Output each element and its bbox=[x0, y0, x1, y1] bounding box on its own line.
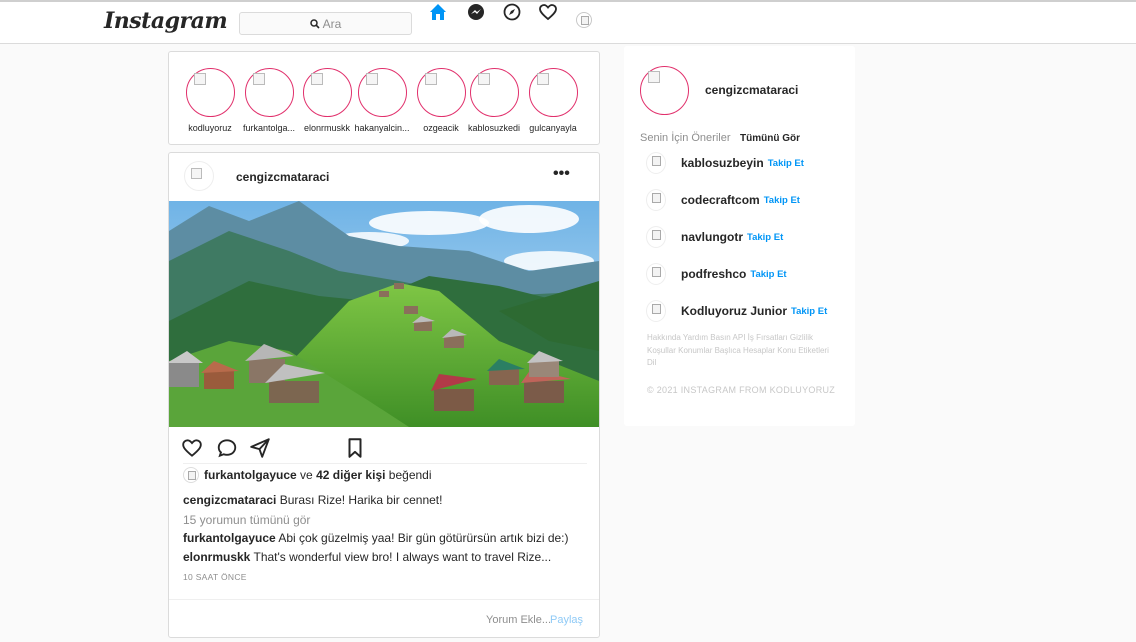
heart-activity-icon[interactable] bbox=[538, 2, 558, 22]
suggestion-item: codecraftcom Takip Et bbox=[646, 189, 800, 211]
comment-username[interactable]: elonrmuskk bbox=[183, 550, 250, 564]
follow-button[interactable]: Takip Et bbox=[764, 195, 800, 206]
see-all-suggestions-link[interactable]: Tümünü Gör bbox=[740, 133, 800, 144]
copyright-text: © 2021 INSTAGRAM FROM KODLUYORUZ bbox=[647, 385, 836, 395]
story-item[interactable]: kablosuzkedi bbox=[466, 68, 522, 133]
view-all-comments-link[interactable]: 15 yorumun tümünü gör bbox=[183, 513, 310, 527]
suggestion-username[interactable]: Kodluyoruz Junior bbox=[681, 304, 787, 318]
suggestion-username[interactable]: podfreshco bbox=[681, 267, 746, 281]
suggestion-item: kablosuzbeyin Takip Et bbox=[646, 152, 804, 174]
comment-item: elonrmuskk That's wonderful view bro! I … bbox=[183, 550, 551, 564]
story-username: gulcanyayla bbox=[529, 123, 577, 133]
story-username: hakanyalcin... bbox=[354, 123, 410, 133]
save-bookmark-icon[interactable] bbox=[344, 437, 366, 459]
post-header: cengizcmataraci ••• bbox=[169, 153, 599, 201]
post-caption: cengizcmataraci Burası Rize! Harika bir … bbox=[183, 493, 442, 507]
story-avatar bbox=[416, 68, 466, 117]
suggestion-item: Kodluyoruz Junior Takip Et bbox=[646, 300, 827, 322]
share-comment-button[interactable]: Paylaş bbox=[550, 614, 583, 626]
post-author-avatar[interactable] bbox=[184, 161, 214, 191]
footer-links[interactable]: Hakkında Yardım Basın API İş Fırsatları … bbox=[647, 332, 837, 370]
story-item[interactable]: hakanyalcin... bbox=[354, 68, 410, 133]
comment-item: furkantolgayuce Abi çok güzelmiş yaa! Bi… bbox=[183, 531, 569, 545]
story-avatar bbox=[302, 68, 352, 117]
story-item[interactable]: kodluyoruz bbox=[182, 68, 238, 133]
suggestions-title: Senin İçin Öneriler bbox=[640, 132, 731, 144]
likes-others-count[interactable]: 42 diğer kişi bbox=[316, 468, 385, 482]
sidebar: cengizcmataraci Senin İçin Öneriler Tümü… bbox=[624, 46, 855, 426]
story-item[interactable]: furkantolga... bbox=[241, 68, 297, 133]
caption-username[interactable]: cengizcmataraci bbox=[183, 493, 276, 507]
post-timestamp: 10 SAAT ÖNCE bbox=[183, 572, 247, 582]
likes-and-text: ve bbox=[300, 468, 313, 482]
sidebar-profile-avatar[interactable] bbox=[640, 66, 689, 115]
suggestion-avatar[interactable] bbox=[646, 189, 666, 211]
story-item[interactable]: ozgeacik bbox=[413, 68, 469, 133]
search-input[interactable]: Ara bbox=[239, 12, 412, 35]
story-username: kablosuzkedi bbox=[467, 123, 521, 133]
suggestion-item: navlungotr Takip Et bbox=[646, 226, 783, 248]
story-item[interactable]: elonrmuskk bbox=[299, 68, 355, 133]
post-actions bbox=[181, 437, 591, 461]
story-avatar bbox=[469, 68, 519, 117]
story-username: elonrmuskk bbox=[303, 123, 350, 133]
profile-avatar[interactable] bbox=[576, 12, 592, 28]
follow-button[interactable]: Takip Et bbox=[750, 269, 786, 280]
story-username: kodluyoruz bbox=[188, 123, 232, 133]
more-options-icon[interactable]: ••• bbox=[553, 165, 570, 183]
instagram-logo[interactable]: Instagram bbox=[104, 8, 228, 34]
post-author-username[interactable]: cengizcmataraci bbox=[236, 170, 329, 184]
story-avatar bbox=[357, 68, 407, 117]
suggestion-username[interactable]: codecraftcom bbox=[681, 193, 760, 207]
story-avatar bbox=[528, 68, 578, 117]
suggestion-item: podfreshco Takip Et bbox=[646, 263, 787, 285]
likes-summary[interactable]: furkantolgayuce ve 42 diğer kişi beğendi bbox=[183, 467, 432, 483]
suggestion-username[interactable]: kablosuzbeyin bbox=[681, 156, 764, 170]
suggestion-avatar[interactable] bbox=[646, 152, 666, 174]
follow-button[interactable]: Takip Et bbox=[791, 306, 827, 317]
suggestion-avatar[interactable] bbox=[646, 226, 666, 248]
top-navbar: Instagram Ara bbox=[0, 0, 1136, 44]
story-username: furkantolga... bbox=[242, 123, 296, 133]
comment-text: Abi çok güzelmiş yaa! Bir gün götürürsün… bbox=[278, 531, 569, 545]
liker-username[interactable]: furkantolgayuce bbox=[204, 468, 297, 482]
suggestion-avatar[interactable] bbox=[646, 300, 666, 322]
share-send-icon[interactable] bbox=[249, 437, 271, 459]
home-icon[interactable] bbox=[428, 2, 448, 22]
story-avatar bbox=[244, 68, 294, 117]
caption-text: Burası Rize! Harika bir cennet! bbox=[279, 493, 443, 507]
add-comment-bar: Yorum Ekle... Paylaş bbox=[169, 599, 599, 637]
story-avatar bbox=[185, 68, 235, 117]
story-item[interactable]: gulcanyayla bbox=[525, 68, 581, 133]
comment-icon[interactable] bbox=[216, 437, 238, 459]
feed-post: cengizcmataraci ••• furkantolgayuce ve 4… bbox=[168, 152, 600, 638]
like-heart-icon[interactable] bbox=[181, 437, 203, 459]
messenger-icon[interactable] bbox=[466, 2, 486, 22]
follow-button[interactable]: Takip Et bbox=[768, 158, 804, 169]
suggestion-username[interactable]: navlungotr bbox=[681, 230, 743, 244]
search-icon bbox=[309, 18, 320, 29]
divider bbox=[183, 463, 587, 464]
search-placeholder: Ara bbox=[322, 16, 342, 31]
liker-avatar bbox=[183, 467, 199, 483]
likes-liked-text: beğendi bbox=[388, 468, 432, 482]
stories-bar: kodluyoruz furkantolga... elonrmuskk hak… bbox=[168, 51, 600, 145]
follow-button[interactable]: Takip Et bbox=[747, 232, 783, 243]
add-comment-input[interactable]: Yorum Ekle... bbox=[486, 614, 551, 626]
comment-text: That's wonderful view bro! I always want… bbox=[253, 550, 552, 564]
comment-username[interactable]: furkantolgayuce bbox=[183, 531, 276, 545]
sidebar-username[interactable]: cengizcmataraci bbox=[705, 83, 798, 97]
post-photo[interactable] bbox=[169, 201, 599, 427]
suggestion-avatar[interactable] bbox=[646, 263, 666, 285]
explore-compass-icon[interactable] bbox=[502, 2, 522, 22]
